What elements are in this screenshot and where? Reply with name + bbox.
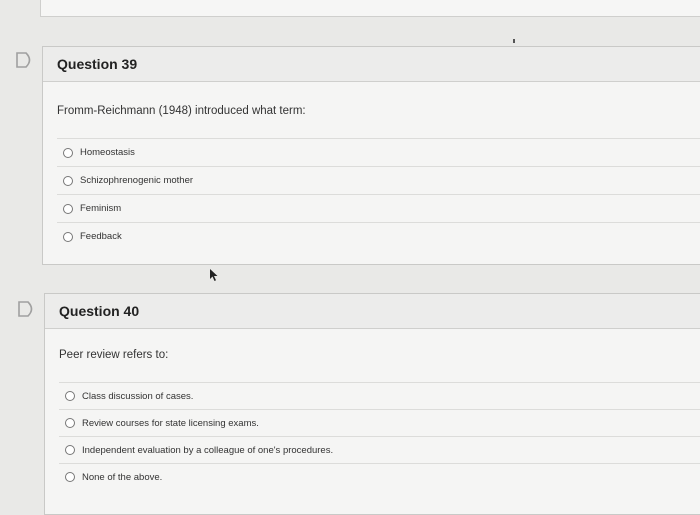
answer-option[interactable]: Class discussion of cases.	[59, 382, 700, 410]
answer-option[interactable]: Independent evaluation by a colleague of…	[59, 437, 700, 464]
radio-icon[interactable]	[63, 203, 73, 214]
stray-mark	[513, 39, 515, 43]
answer-options: Homeostasis Schizophrenogenic mother Fem…	[57, 138, 700, 250]
option-label: Feedback	[80, 231, 122, 242]
option-label: Independent evaluation by a colleague of…	[82, 444, 334, 456]
answer-option[interactable]: Review courses for state licensing exams…	[59, 410, 700, 437]
option-label: Review courses for state licensing exams…	[82, 417, 259, 429]
question-prompt: Peer review refers to:	[59, 349, 169, 361]
radio-icon[interactable]	[63, 147, 73, 158]
flag-icon[interactable]	[15, 51, 35, 69]
option-label: Feminism	[80, 203, 122, 214]
radio-icon[interactable]	[65, 445, 75, 455]
answer-option[interactable]: Feedback	[57, 223, 700, 250]
option-label: None of the above.	[82, 471, 163, 483]
radio-icon[interactable]	[63, 231, 73, 242]
previous-question-card	[40, 0, 700, 17]
radio-icon[interactable]	[65, 472, 75, 482]
radio-icon[interactable]	[63, 175, 73, 186]
question-title: Question 40	[45, 294, 700, 329]
mouse-pointer-icon	[210, 269, 218, 281]
answer-options: Class discussion of cases. Review course…	[59, 382, 700, 490]
answer-option[interactable]: Homeostasis	[57, 138, 700, 167]
radio-icon[interactable]	[65, 391, 75, 401]
option-label: Schizophrenogenic mother	[80, 175, 194, 186]
question-card-40: Question 40 Peer review refers to: Class…	[44, 293, 700, 515]
answer-option[interactable]: None of the above.	[59, 464, 700, 490]
answer-option[interactable]: Schizophrenogenic mother	[57, 167, 700, 195]
answer-option[interactable]: Feminism	[57, 195, 700, 223]
flag-icon[interactable]	[17, 300, 37, 318]
question-title: Question 39	[43, 47, 700, 82]
question-card-39: Question 39 Fromm-Reichmann (1948) intro…	[42, 46, 700, 265]
radio-icon[interactable]	[65, 418, 75, 428]
question-prompt: Fromm-Reichmann (1948) introduced what t…	[57, 105, 306, 117]
option-label: Homeostasis	[80, 147, 135, 158]
option-label: Class discussion of cases.	[82, 390, 194, 402]
